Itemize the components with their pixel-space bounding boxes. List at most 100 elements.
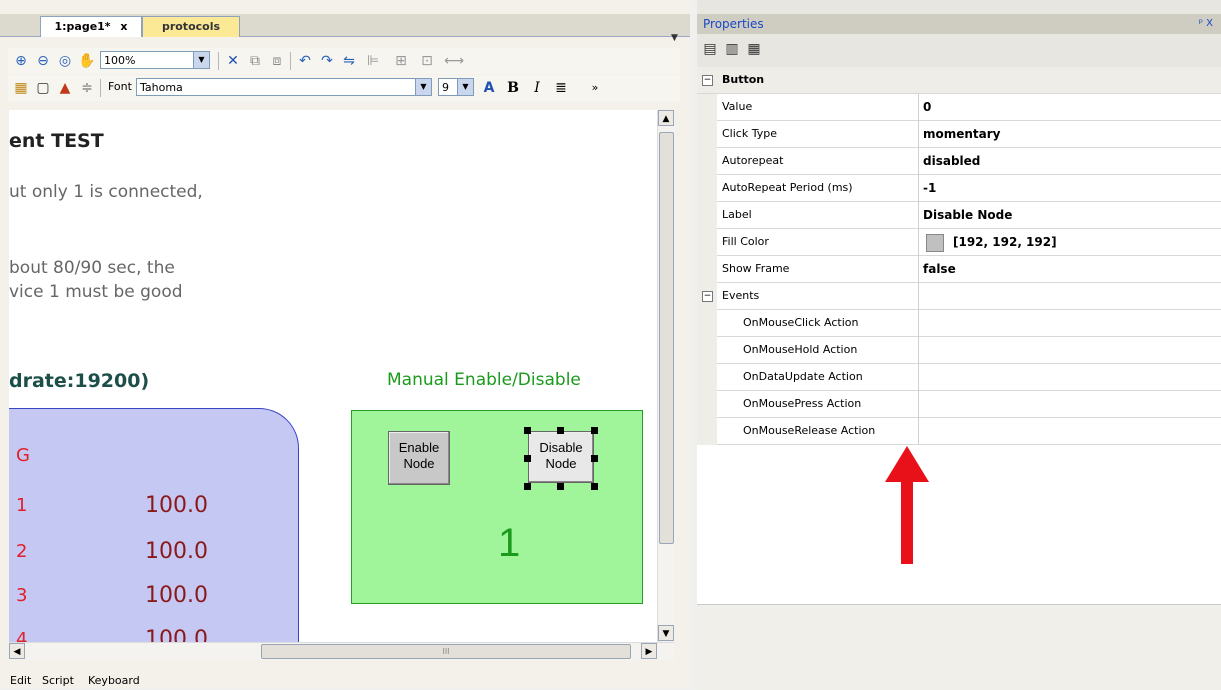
zoom-in-icon[interactable]: ⊕ bbox=[12, 52, 30, 70]
tab-protocols-label: protocols bbox=[161, 20, 221, 33]
design-canvas[interactable]: ent TEST ut only 1 is connected, bout 80… bbox=[9, 110, 657, 642]
property-row[interactable]: AutoRepeat Period (ms) -1 bbox=[697, 175, 1221, 202]
row-gutter bbox=[697, 175, 717, 202]
column-divider bbox=[918, 391, 919, 418]
column-divider bbox=[918, 148, 919, 175]
font-label: Font bbox=[108, 80, 132, 93]
tab-list-dropdown-icon[interactable]: ▼ bbox=[671, 33, 678, 43]
align-left-icon[interactable]: ⊫ bbox=[364, 52, 382, 70]
flip-icon[interactable]: ⇋ bbox=[340, 52, 358, 70]
event-row[interactable]: OnDataUpdate Action bbox=[697, 364, 1221, 391]
property-row[interactable]: Label Disable Node bbox=[697, 202, 1221, 229]
distribute-icon[interactable]: ⊡ bbox=[418, 52, 436, 70]
ungroup-icon[interactable]: ⧈ bbox=[268, 52, 286, 70]
font-color-icon[interactable]: A bbox=[480, 79, 498, 97]
rotate-right-icon[interactable]: ↷ bbox=[318, 52, 336, 70]
tab-page1[interactable]: 1:page1* x bbox=[40, 16, 142, 37]
toolbar-overflow-icon[interactable]: » bbox=[586, 79, 604, 97]
arrow-shape bbox=[885, 446, 929, 564]
horizontal-scroll-thumb[interactable]: III bbox=[261, 644, 631, 659]
bold-icon[interactable]: B bbox=[504, 79, 522, 97]
zoom-out-icon[interactable]: ⊖ bbox=[34, 52, 52, 70]
align-text-icon[interactable]: ≣ bbox=[552, 79, 570, 97]
editor-bottom-tabs: Edit Script Keyboard bbox=[0, 670, 690, 689]
property-row[interactable]: Value 0 bbox=[697, 94, 1221, 121]
align-grid-icon[interactable]: ⊞ bbox=[392, 52, 410, 70]
disable-node-button[interactable]: Disable Node bbox=[528, 431, 594, 483]
delete-icon[interactable]: ✕ bbox=[224, 52, 242, 70]
vertical-scrollbar[interactable]: ▲ ▼ bbox=[657, 110, 675, 642]
event-row[interactable]: OnMouseHold Action bbox=[697, 337, 1221, 364]
collapse-icon[interactable]: − bbox=[702, 291, 713, 302]
zoom-fit-icon[interactable]: ◎ bbox=[56, 52, 74, 70]
pin-close-icons[interactable]: ᵖ X bbox=[1199, 14, 1213, 34]
scroll-up-icon[interactable]: ▲ bbox=[658, 110, 674, 126]
tab-protocols[interactable]: protocols bbox=[142, 16, 240, 37]
device-status-panel[interactable]: G 1 2 3 4 100.0 100.0 100.0 100.0 bbox=[9, 408, 299, 642]
italic-icon[interactable]: I bbox=[528, 79, 546, 97]
selection-handle[interactable] bbox=[524, 483, 531, 490]
property-value[interactable]: momentary bbox=[923, 121, 1001, 148]
fill-color-swatch[interactable] bbox=[926, 234, 944, 252]
border-icon[interactable]: ▢ bbox=[34, 79, 52, 97]
property-value[interactable]: false bbox=[923, 256, 956, 283]
enable-node-button[interactable]: Enable Node bbox=[388, 431, 450, 485]
insert-image-icon[interactable]: ▦ bbox=[12, 79, 30, 97]
category-button-label: Button bbox=[722, 73, 765, 86]
line-style-icon[interactable]: ≑ bbox=[78, 79, 96, 97]
selection-handle[interactable] bbox=[524, 455, 531, 462]
row-gutter bbox=[697, 121, 717, 148]
font-select[interactable]: Tahoma ▼ bbox=[136, 78, 432, 96]
tab-keyboard[interactable]: Keyboard bbox=[88, 674, 140, 687]
property-value[interactable]: Disable Node bbox=[923, 202, 1012, 229]
vertical-scroll-thumb[interactable] bbox=[659, 132, 674, 544]
pan-hand-icon[interactable]: ✋ bbox=[78, 52, 96, 70]
category-button-row[interactable]: − Button bbox=[697, 67, 1221, 94]
scroll-down-icon[interactable]: ▼ bbox=[658, 625, 674, 641]
event-row[interactable]: OnMousePress Action bbox=[697, 391, 1221, 418]
spacing-icon[interactable]: ⟷ bbox=[444, 52, 464, 70]
event-row[interactable]: OnMouseRelease Action bbox=[697, 418, 1221, 445]
property-value[interactable]: 0 bbox=[923, 94, 931, 121]
property-pages-icon[interactable]: ▦ bbox=[745, 40, 763, 58]
fill-color-icon[interactable]: ▲ bbox=[56, 79, 74, 97]
selection-handle[interactable] bbox=[591, 427, 598, 434]
categorized-view-icon[interactable]: ▤ bbox=[701, 40, 719, 58]
alphabetical-view-icon[interactable]: ▥ bbox=[723, 40, 741, 58]
tab-script[interactable]: Script bbox=[42, 674, 74, 687]
property-description-area bbox=[697, 604, 1221, 690]
selection-handle[interactable] bbox=[524, 427, 531, 434]
chevron-down-icon[interactable]: ▼ bbox=[193, 52, 209, 68]
row-gutter bbox=[697, 94, 717, 121]
property-value[interactable]: [192, 192, 192] bbox=[953, 229, 1057, 256]
selection-handle[interactable] bbox=[557, 427, 564, 434]
horizontal-scrollbar[interactable]: ◀ III ▶ bbox=[9, 642, 674, 660]
device-value: 100.0 bbox=[145, 493, 208, 518]
chevron-down-icon[interactable]: ▼ bbox=[457, 79, 473, 95]
zoom-select[interactable]: 100% ▼ bbox=[100, 51, 210, 69]
property-row[interactable]: Fill Color [192, 192, 192] bbox=[697, 229, 1221, 256]
tab-edit[interactable]: Edit bbox=[10, 674, 31, 687]
selection-handle[interactable] bbox=[591, 483, 598, 490]
close-tab-icon[interactable]: x bbox=[120, 20, 127, 33]
property-value[interactable]: disabled bbox=[923, 148, 980, 175]
device-label: 3 bbox=[16, 585, 28, 606]
selection-handle[interactable] bbox=[557, 483, 564, 490]
scroll-right-icon[interactable]: ▶ bbox=[641, 643, 657, 659]
event-name: OnMousePress Action bbox=[743, 397, 862, 410]
collapse-icon[interactable]: − bbox=[702, 75, 713, 86]
property-row[interactable]: Click Type momentary bbox=[697, 121, 1221, 148]
property-row[interactable]: Show Frame false bbox=[697, 256, 1221, 283]
font-size-select[interactable]: 9 ▼ bbox=[438, 78, 474, 96]
event-row[interactable]: OnMouseClick Action bbox=[697, 310, 1221, 337]
property-value[interactable]: -1 bbox=[923, 175, 936, 202]
rotate-left-icon[interactable]: ↶ bbox=[296, 52, 314, 70]
scroll-left-icon[interactable]: ◀ bbox=[9, 643, 25, 659]
device-value: 100.0 bbox=[145, 539, 208, 564]
category-events-row[interactable]: − Events bbox=[697, 283, 1221, 310]
group-icon[interactable]: ⧉ bbox=[246, 52, 264, 70]
chevron-down-icon[interactable]: ▼ bbox=[415, 79, 431, 95]
manual-control-panel[interactable]: Enable Node Disable Node 1 bbox=[351, 410, 643, 604]
property-row[interactable]: Autorepeat disabled bbox=[697, 148, 1221, 175]
selection-handle[interactable] bbox=[591, 455, 598, 462]
